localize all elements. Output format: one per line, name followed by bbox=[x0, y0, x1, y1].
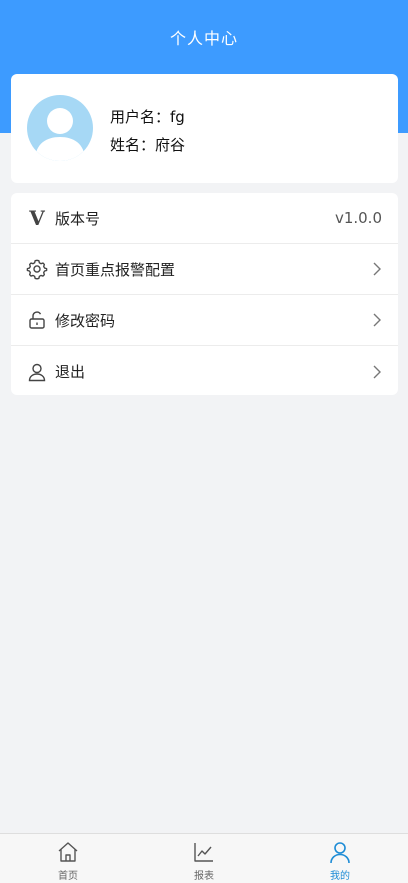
user-icon bbox=[26, 361, 48, 383]
menu-item-alarm-config[interactable]: 首页重点报警配置 bbox=[11, 244, 398, 295]
chevron-right-icon bbox=[372, 364, 382, 380]
gear-icon bbox=[26, 258, 48, 280]
menu-item-version[interactable]: V 版本号 v1.0.0 bbox=[11, 193, 398, 244]
menu-item-label: 修改密码 bbox=[55, 311, 116, 330]
chevron-right-icon bbox=[372, 261, 382, 277]
tab-reports[interactable]: 报表 bbox=[136, 834, 272, 883]
tab-label: 首页 bbox=[58, 871, 78, 882]
username-text: 用户名：fg bbox=[110, 108, 185, 126]
menu-item-label: 版本号 bbox=[55, 209, 101, 228]
settings-menu: V 版本号 v1.0.0 首页重点报警配置 修改密码 退出 bbox=[11, 193, 398, 395]
user-icon bbox=[330, 842, 350, 864]
menu-item-logout[interactable]: 退出 bbox=[11, 346, 398, 395]
profile-card: 用户名：fg 姓名：府谷 bbox=[11, 74, 398, 183]
menu-item-label: 退出 bbox=[55, 363, 86, 381]
tab-label: 我的 bbox=[330, 871, 350, 882]
user-avatar-icon bbox=[35, 108, 85, 161]
home-icon bbox=[58, 842, 78, 862]
tab-label: 报表 bbox=[194, 871, 214, 882]
menu-item-label: 首页重点报警配置 bbox=[55, 260, 176, 279]
profile-info: 用户名：fg 姓名：府谷 bbox=[110, 103, 185, 159]
avatar bbox=[27, 95, 93, 161]
unlock-icon bbox=[26, 309, 48, 331]
chevron-right-icon bbox=[372, 312, 382, 328]
page-title: 个人中心 bbox=[169, 29, 238, 48]
v-version-icon: V bbox=[29, 206, 45, 230]
menu-item-change-password[interactable]: 修改密码 bbox=[11, 295, 398, 346]
tab-home[interactable]: 首页 bbox=[0, 834, 136, 883]
line-chart-icon bbox=[194, 843, 213, 862]
version-value: v1.0.0 bbox=[334, 209, 382, 227]
bottom-tab-bar: 首页 报表 我的 bbox=[0, 833, 408, 883]
name-text: 姓名：府谷 bbox=[110, 136, 186, 154]
tab-mine[interactable]: 我的 bbox=[272, 834, 408, 883]
